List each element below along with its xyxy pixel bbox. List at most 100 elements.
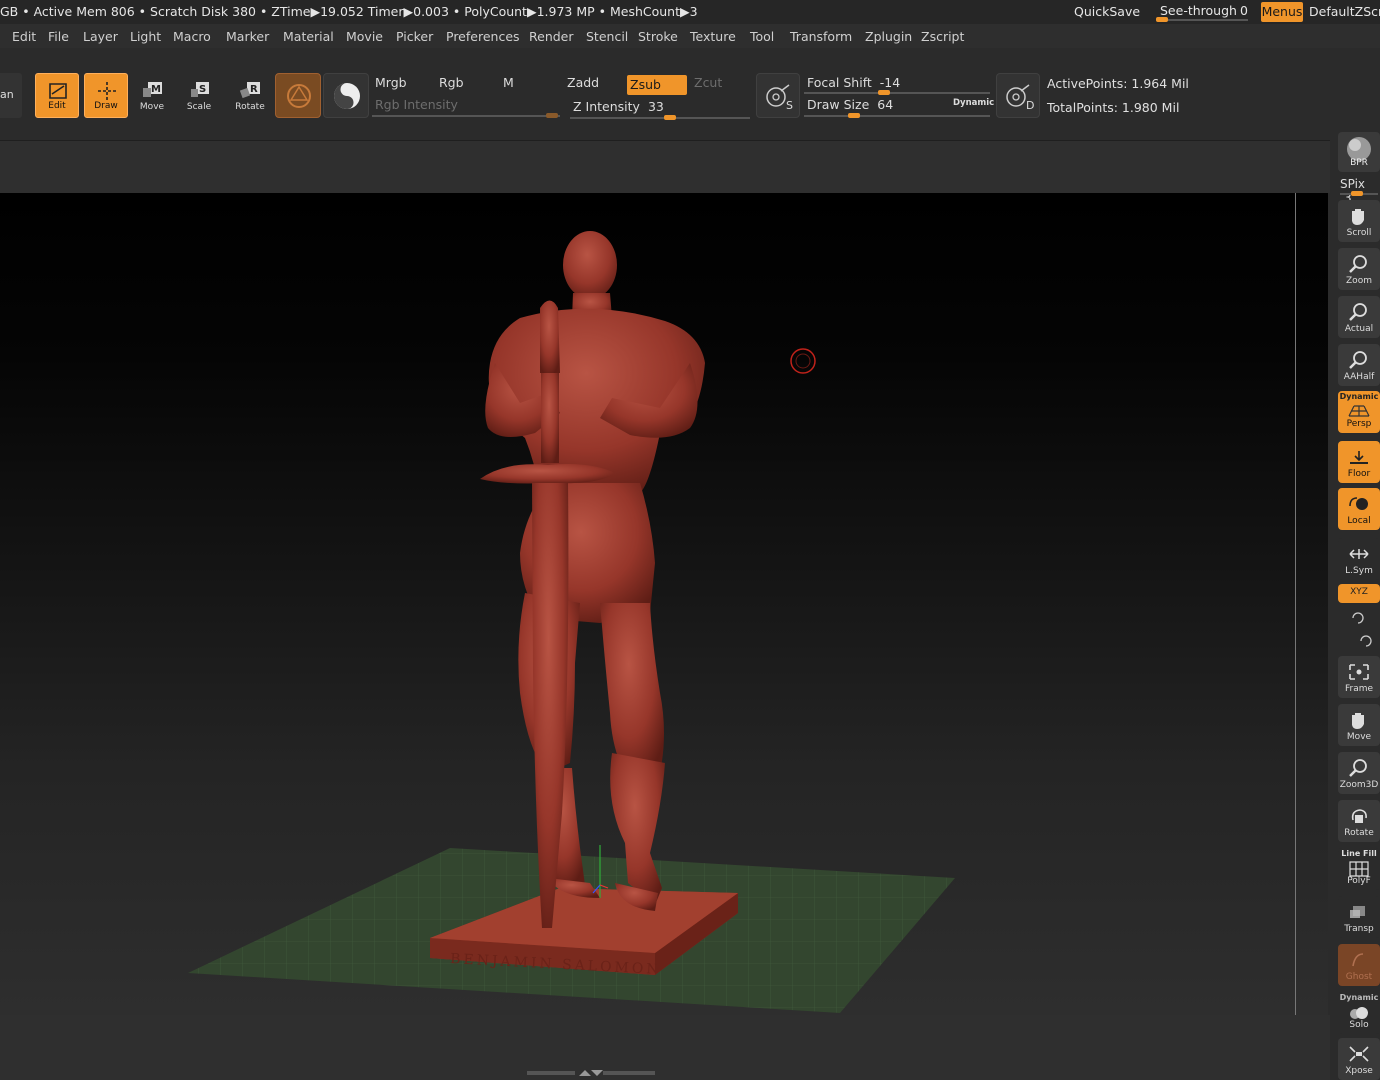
menu-transform[interactable]: Transform	[790, 29, 852, 44]
solo-button[interactable]: Dynamic Solo	[1338, 992, 1380, 1034]
aahalf-button[interactable]: AAHalf	[1338, 344, 1380, 386]
dynamic-toggle[interactable]: Dynamic	[953, 98, 994, 108]
active-points: ActivePoints: 1.964 Mil	[1047, 76, 1189, 91]
rgb-button[interactable]: Rgb	[436, 73, 492, 93]
local-rotation-icon	[1349, 497, 1368, 510]
ghost-button[interactable]: Ghost	[1338, 944, 1380, 986]
scroll-button[interactable]: Scroll	[1338, 200, 1380, 242]
zcut-button[interactable]: Zcut	[691, 73, 749, 93]
lsym-button[interactable]: L.Sym	[1338, 538, 1380, 580]
menu-marker[interactable]: Marker	[226, 29, 269, 44]
menu-texture[interactable]: Texture	[690, 29, 736, 44]
menu-tool[interactable]: Tool	[750, 29, 774, 44]
bpr-button[interactable]: BPR	[1338, 132, 1380, 172]
menu-layer[interactable]: Layer	[83, 29, 118, 44]
mrgb-button[interactable]: Mrgb	[372, 73, 432, 93]
menu-render[interactable]: Render	[529, 29, 574, 44]
material-button[interactable]	[275, 73, 321, 118]
polyf-button[interactable]: Line Fill PolyF	[1338, 848, 1380, 890]
menu-zplugin[interactable]: Zplugin	[865, 29, 912, 44]
quicksave-button[interactable]: QuickSave	[1074, 4, 1140, 19]
y-rotation-icon[interactable]	[1349, 610, 1367, 626]
draw-size-knob[interactable]	[848, 113, 860, 118]
sculptris-s-button[interactable]: S	[756, 73, 800, 118]
draw-size-slider[interactable]: Draw Size 64	[804, 95, 944, 115]
canvas-right-edge	[1295, 193, 1296, 1015]
z-intensity-track	[570, 117, 750, 119]
scale-button[interactable]: S Scale	[177, 73, 221, 118]
brush-cursor	[790, 348, 816, 374]
floor-icon	[1350, 451, 1368, 464]
menu-zscript[interactable]: Zscript	[921, 29, 964, 44]
xpose-label: Xpose	[1345, 1066, 1373, 1076]
linefill-caption: Line Fill	[1341, 849, 1377, 858]
menus-button[interactable]: Menus	[1261, 2, 1303, 22]
material-sphere-icon	[287, 84, 311, 108]
rgb-intensity-slider[interactable]: Rgb Intensity	[372, 95, 560, 115]
spix-knob[interactable]	[1351, 191, 1363, 196]
sculpted-warrior	[480, 231, 705, 928]
actual-button[interactable]: Actual	[1338, 296, 1380, 338]
color-swatch-button[interactable]	[323, 73, 369, 118]
m-button[interactable]: M	[500, 73, 558, 93]
edit-icon	[49, 83, 67, 99]
floor-label: Floor	[1347, 469, 1371, 479]
ghost-label: Ghost	[1345, 972, 1373, 982]
see-through-knob[interactable]	[1156, 17, 1168, 22]
persp-dynamic-caption: Dynamic	[1339, 392, 1379, 401]
actual-label: Actual	[1344, 324, 1374, 334]
menu-stencil[interactable]: Stencil	[586, 29, 628, 44]
svg-text:S: S	[199, 84, 206, 95]
rgb-intensity-knob[interactable]	[546, 113, 558, 118]
scale-icon: S	[191, 82, 209, 97]
menubar: Edit File Layer Light Macro Marker Mater…	[0, 24, 1380, 48]
transp-button[interactable]: Transp	[1338, 896, 1380, 938]
frame-icon	[1349, 664, 1369, 680]
document-canvas[interactable]: BENJAMIN SALOMON	[0, 193, 1328, 1015]
z-rotation-icon[interactable]	[1357, 633, 1375, 649]
lightbox-button[interactable]: an	[0, 73, 22, 118]
menu-preferences[interactable]: Preferences	[446, 29, 520, 44]
lsym-label: L.Sym	[1345, 566, 1373, 576]
z-intensity-knob[interactable]	[664, 115, 676, 120]
draw-button[interactable]: Draw	[84, 73, 128, 118]
see-through-value: 0	[1240, 3, 1248, 18]
zoom3d-button[interactable]: Zoom3D	[1338, 752, 1380, 794]
lightbox-label: an	[0, 88, 14, 101]
menu-movie[interactable]: Movie	[346, 29, 383, 44]
move-icon: M	[143, 82, 162, 97]
transparency-icon	[1350, 906, 1365, 918]
dynamesh-d-button[interactable]: D	[996, 73, 1040, 118]
menu-stroke[interactable]: Stroke	[638, 29, 678, 44]
xyz-rotation-button[interactable]: XYZ	[1338, 584, 1380, 603]
see-through-slider[interactable]: See-through 0	[1154, 2, 1252, 22]
bottom-tray-handle[interactable]	[527, 1069, 655, 1077]
floor-button[interactable]: Floor	[1338, 441, 1380, 483]
menu-light[interactable]: Light	[130, 29, 161, 44]
zoom-label: Zoom	[1346, 276, 1372, 286]
rotate-button[interactable]: R Rotate	[228, 73, 272, 118]
focal-shift-slider[interactable]: Focal Shift -14	[804, 73, 990, 93]
default-zscript-button[interactable]: DefaultZScrip	[1309, 4, 1380, 19]
local-button[interactable]: Local	[1338, 488, 1380, 530]
zadd-button[interactable]: Zadd	[564, 73, 624, 93]
zsub-button[interactable]: Zsub	[627, 75, 687, 95]
menu-edit[interactable]: Edit	[12, 29, 36, 44]
menu-picker[interactable]: Picker	[396, 29, 433, 44]
draw-size-value: 64	[877, 97, 894, 112]
frame-button[interactable]: Frame	[1338, 656, 1380, 698]
menu-macro[interactable]: Macro	[173, 29, 211, 44]
top-toolbar: an Edit Draw M Move S Scale R Rotate Mrg…	[0, 48, 1380, 140]
move-button[interactable]: M Move	[130, 73, 174, 118]
rotate3d-button[interactable]: Rotate	[1338, 800, 1380, 842]
move3d-button[interactable]: Move	[1338, 704, 1380, 746]
rotate3d-label: Rotate	[1344, 828, 1374, 838]
persp-button[interactable]: Dynamic Persp	[1338, 391, 1380, 433]
edit-button[interactable]: Edit	[35, 73, 79, 118]
draw-icon	[98, 82, 116, 100]
menu-material[interactable]: Material	[283, 29, 334, 44]
menu-file[interactable]: File	[48, 29, 69, 44]
xpose-button[interactable]: Xpose	[1338, 1038, 1380, 1080]
z-intensity-slider[interactable]: Z Intensity 33	[570, 97, 750, 117]
zoom-button[interactable]: Zoom	[1338, 248, 1380, 290]
